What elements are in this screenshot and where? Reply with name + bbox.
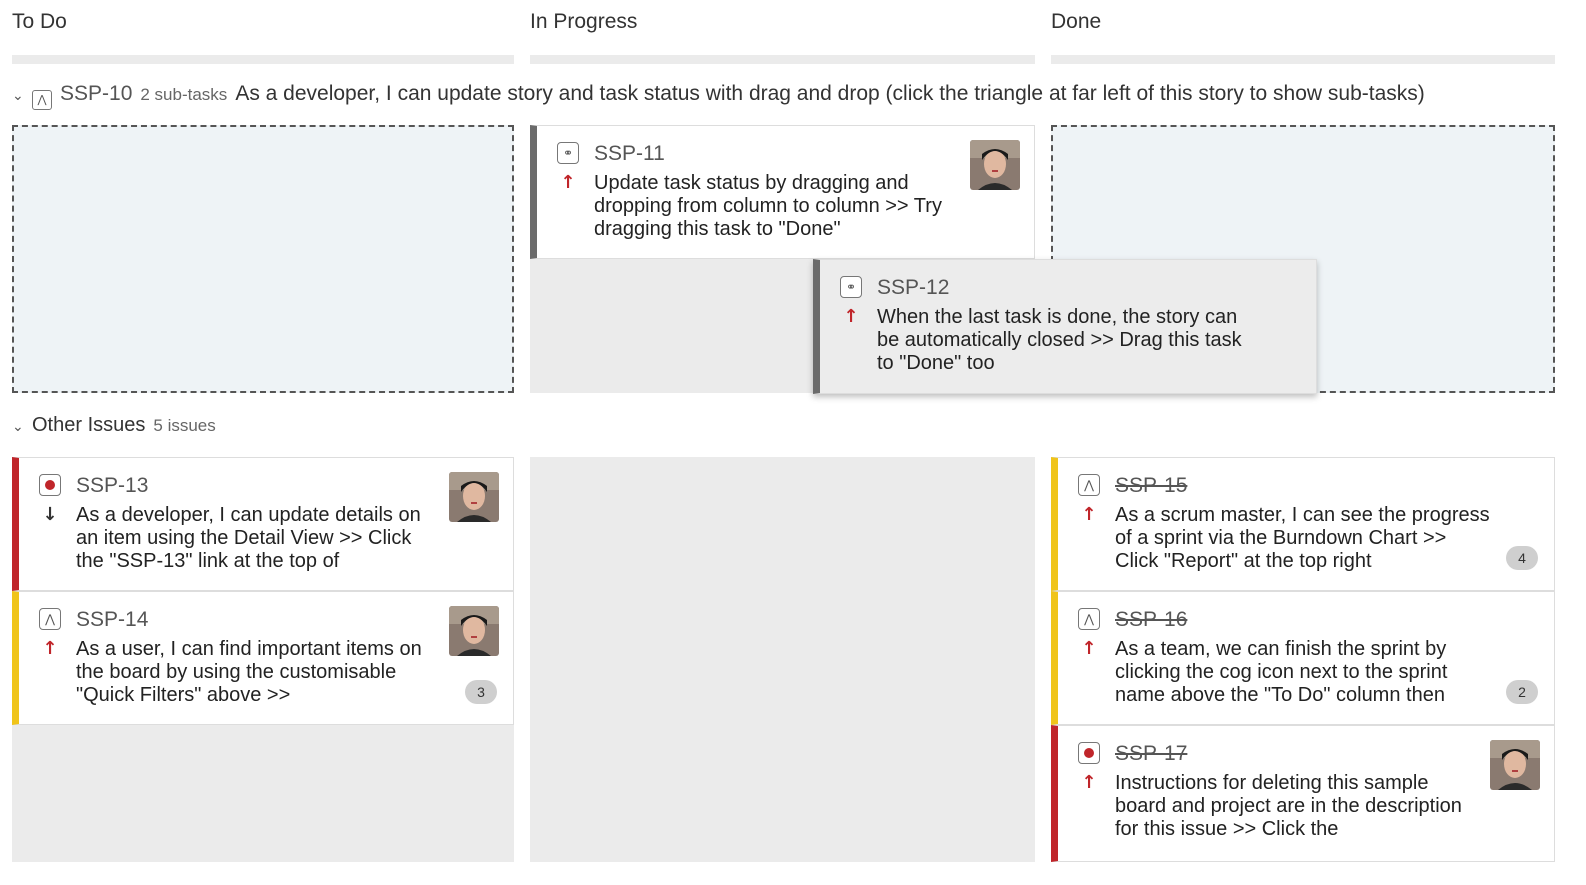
bug-icon (39, 474, 61, 496)
subtask-count-badge: 4 (1506, 546, 1538, 570)
issue-summary: As a user, I can find important items on… (76, 638, 422, 706)
subtask-icon: ⚭ (840, 276, 862, 298)
issue-summary: As a scrum master, I can see the progres… (1115, 504, 1490, 572)
story-icon: ⋀ (1078, 608, 1100, 630)
issue-key[interactable]: SSP-11 (594, 142, 665, 166)
swimlane-title: Other Issues (32, 414, 146, 436)
story-icon: ⋀ (32, 89, 52, 110)
swimlane-story-summary: As a developer, I can update story and t… (235, 82, 1425, 105)
column-divider-done (1051, 55, 1555, 64)
issue-key[interactable]: SSP-13 (76, 474, 148, 498)
swimlane-subtask-count: 2 sub-tasks (140, 85, 228, 104)
subtask-count-badge: 2 (1506, 680, 1538, 704)
issue-summary: Instructions for deleting this sample bo… (1115, 772, 1462, 840)
column-header-done: Done (1051, 10, 1102, 33)
issue-card-ssp-13[interactable]: ↓ SSP-13 As a developer, I can update de… (12, 457, 514, 591)
issue-key[interactable]: SSP-14 (76, 608, 148, 632)
swimlane-other-header[interactable]: ⌄ Other Issues 5 issues (12, 414, 216, 437)
subtask-count-badge: 3 (465, 680, 497, 704)
avatar[interactable] (449, 472, 499, 522)
issue-key[interactable]: SSP-17 (1115, 742, 1187, 766)
issue-summary: As a team, we can finish the sprint by c… (1115, 638, 1448, 706)
swimlane-story-header[interactable]: ⌄ ⋀ SSP-10 2 sub-tasks As a developer, I… (12, 82, 1425, 110)
priority-low-icon: ↓ (42, 504, 58, 525)
chevron-down-icon[interactable]: ⌄ (12, 418, 26, 435)
column-divider-in-progress (530, 55, 1035, 64)
story-icon: ⋀ (39, 608, 61, 630)
bug-icon (1078, 742, 1100, 764)
issue-card-ssp-16[interactable]: ⋀ ↑ SSP-16 As a team, we can finish the … (1051, 591, 1555, 725)
column-area-in-progress (530, 457, 1035, 862)
priority-high-icon: ↑ (843, 306, 859, 327)
issue-card-ssp-11[interactable]: ⚭ ↑ SSP-11 Update task status by draggin… (530, 125, 1035, 259)
issue-key[interactable]: SSP-16 (1115, 608, 1187, 632)
swimlane-issue-count: 5 issues (153, 416, 216, 435)
swimlane-story-key[interactable]: SSP-10 (60, 82, 132, 106)
issue-card-ssp-17[interactable]: ↑ SSP-17 Instructions for deleting this … (1051, 725, 1555, 862)
issue-key[interactable]: SSP-15 (1115, 474, 1187, 498)
issue-card-ssp-14[interactable]: ⋀ ↑ SSP-14 As a user, I can find importa… (12, 591, 514, 725)
issue-summary: When the last task is done, the story ca… (877, 306, 1242, 374)
priority-high-icon: ↑ (42, 638, 58, 659)
avatar[interactable] (449, 606, 499, 656)
priority-high-icon: ↑ (1081, 504, 1097, 525)
dropzone-todo[interactable] (12, 125, 514, 393)
chevron-down-icon[interactable]: ⌄ (12, 87, 26, 104)
priority-high-icon: ↑ (560, 172, 576, 193)
priority-high-icon: ↑ (1081, 638, 1097, 659)
avatar[interactable] (970, 140, 1020, 190)
column-header-todo: To Do (12, 10, 67, 33)
story-icon: ⋀ (1078, 474, 1100, 496)
column-header-in-progress: In Progress (530, 10, 638, 33)
issue-card-ssp-15[interactable]: ⋀ ↑ SSP-15 As a scrum master, I can see … (1051, 457, 1555, 591)
column-divider-todo (12, 55, 514, 64)
issue-card-ssp-12[interactable]: ⚭ ↑ SSP-12 When the last task is done, t… (813, 259, 1317, 394)
issue-summary: As a developer, I can update details on … (76, 504, 421, 572)
avatar[interactable] (1490, 740, 1540, 790)
issue-key[interactable]: SSP-12 (877, 276, 949, 300)
priority-high-icon: ↑ (1081, 772, 1097, 793)
subtask-icon: ⚭ (557, 142, 579, 164)
issue-summary: Update task status by dragging and dropp… (594, 172, 942, 240)
